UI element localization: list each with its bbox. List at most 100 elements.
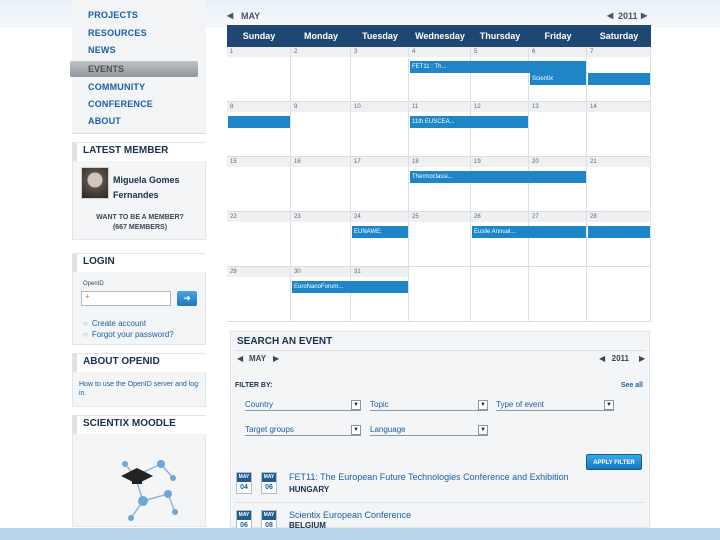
calendar-event-bar[interactable]: Euslie Annual... bbox=[472, 226, 586, 238]
search-next-month-icon[interactable]: ▶ bbox=[273, 354, 279, 363]
search-prev-year-icon[interactable]: ◀ bbox=[599, 354, 605, 363]
badge-month: MAY bbox=[262, 511, 276, 520]
calendar-date-number: 21 bbox=[587, 157, 651, 167]
filter-type-field[interactable] bbox=[496, 410, 614, 411]
nav-events[interactable]: EVENTS bbox=[70, 61, 198, 77]
calendar-event-bar[interactable] bbox=[228, 116, 290, 128]
calendar-date-number: 9 bbox=[291, 102, 351, 112]
day-header-tuesday: Tuesday bbox=[351, 25, 409, 47]
calendar-date-number: 2 bbox=[291, 47, 351, 57]
calendar-date-number: 28 bbox=[587, 212, 651, 222]
chevron-down-icon[interactable]: ▼ bbox=[351, 425, 361, 435]
calendar-event-bar[interactable]: FET11 : Th... bbox=[410, 61, 586, 73]
nav-resources[interactable]: RESOURCES bbox=[88, 28, 147, 38]
search-month: MAY bbox=[249, 354, 267, 363]
left-sidebar: PROJECTS RESOURCES NEWS EVENTS COMMUNITY… bbox=[70, 0, 207, 528]
nav-projects[interactable]: PROJECTS bbox=[88, 10, 138, 20]
divider bbox=[235, 502, 645, 503]
filter-country-field[interactable] bbox=[245, 410, 361, 411]
moodle-molecule-icon[interactable] bbox=[113, 446, 183, 526]
event-title-link[interactable]: FET11: The European Future Technologies … bbox=[289, 472, 569, 482]
calendar-date-number: 19 bbox=[471, 157, 529, 167]
filter-language-field[interactable] bbox=[370, 435, 488, 436]
chevron-down-icon[interactable]: ▼ bbox=[604, 400, 614, 410]
calendar-event-bar[interactable]: EuroNanoForum... bbox=[292, 281, 408, 293]
calendar-header: ◀ MAY ◀ 2011 ▶ bbox=[227, 9, 651, 25]
start-date-badge: MAY 04 bbox=[236, 472, 252, 494]
openid-input[interactable]: + bbox=[81, 291, 171, 306]
calendar-date-number: 1 bbox=[227, 47, 291, 57]
calendar-date-number: 8 bbox=[227, 102, 291, 112]
calendar-date-number: 12 bbox=[471, 102, 529, 112]
nav-news[interactable]: NEWS bbox=[88, 45, 116, 55]
calendar-date-number: 31 bbox=[351, 267, 409, 277]
openid-label: OpenID bbox=[83, 281, 104, 287]
prev-month-icon[interactable]: ◀ bbox=[227, 11, 233, 20]
calendar-date-number: 23 bbox=[291, 212, 351, 222]
calendar-day-cell[interactable] bbox=[409, 267, 471, 322]
chevron-down-icon[interactable]: ▼ bbox=[478, 425, 488, 435]
filter-target-field[interactable] bbox=[245, 435, 361, 436]
calendar-date-number: 4 bbox=[409, 47, 471, 57]
search-event-panel: SEARCH AN EVENT ◀ MAY ▶ ◀ 2011 ▶ FILTER … bbox=[230, 331, 650, 532]
apply-filter-button[interactable]: APPLY FILTER bbox=[586, 454, 642, 470]
nav-events-label: EVENTS bbox=[88, 64, 125, 74]
next-year-icon[interactable]: ▶ bbox=[641, 11, 647, 20]
calendar-event-bar[interactable]: Thermoclassi... bbox=[410, 171, 586, 183]
filter-topic-label: Topic bbox=[370, 400, 389, 409]
member-count: (667 MEMBERS) bbox=[112, 224, 168, 231]
latest-member-title: LATEST MEMBER bbox=[73, 143, 207, 161]
events-calendar: ◀ MAY ◀ 2011 ▶ Sunday Monday Tuesday Wednes… bbox=[227, 9, 651, 322]
filter-language-label: Language bbox=[370, 425, 406, 434]
calendar-event-bar[interactable] bbox=[588, 73, 650, 85]
calendar-day-cell[interactable] bbox=[587, 267, 651, 322]
chevron-down-icon[interactable]: ▼ bbox=[351, 400, 361, 410]
calendar-event-bar[interactable] bbox=[588, 226, 650, 238]
calendar-date-number: 30 bbox=[291, 267, 351, 277]
forgot-password-link[interactable]: ○ Forgot your password? bbox=[83, 330, 174, 339]
calendar-date-number: 26 bbox=[471, 212, 529, 222]
calendar-event-bar[interactable]: Scientix bbox=[530, 73, 586, 85]
calendar-event-bar[interactable]: EUNAWE: bbox=[352, 226, 408, 238]
latest-member-panel: LATEST MEMBER Miguela Gomes Fernandes WA… bbox=[72, 142, 207, 240]
event-title-link[interactable]: Scientix European Conference bbox=[289, 510, 411, 520]
calendar-day-cell[interactable] bbox=[529, 267, 587, 322]
login-go-button[interactable]: ➜ bbox=[177, 291, 197, 306]
login-panel: LOGIN OpenID + ➜ ○ Create account ○ Forgot… bbox=[72, 253, 207, 345]
day-header-friday: Friday bbox=[529, 25, 587, 47]
nav-about[interactable]: ABOUT bbox=[88, 116, 121, 126]
nav-community[interactable]: COMMUNITY bbox=[88, 82, 145, 92]
day-header-saturday: Saturday bbox=[587, 25, 651, 47]
about-openid-link[interactable]: How to use the OpenID server and log in. bbox=[79, 380, 203, 398]
search-prev-month-icon[interactable]: ◀ bbox=[237, 354, 243, 363]
arrow-right-icon: ➜ bbox=[183, 293, 191, 303]
prev-year-icon[interactable]: ◀ bbox=[607, 11, 613, 20]
calendar-date-number: 24 bbox=[351, 212, 409, 222]
member-name-first[interactable]: Miguela Gomes bbox=[113, 175, 180, 185]
moodle-title: SCIENTIX MOODLE bbox=[73, 416, 207, 434]
bullet-icon: ○ bbox=[83, 330, 88, 339]
calendar-event-bar[interactable]: 11th EUSCEA... bbox=[410, 116, 528, 128]
calendar-date-number: 7 bbox=[587, 47, 651, 57]
chevron-down-icon[interactable]: ▼ bbox=[478, 400, 488, 410]
member-avatar[interactable] bbox=[81, 167, 109, 199]
see-all-link[interactable]: See all bbox=[621, 382, 643, 389]
day-header-sunday: Sunday bbox=[227, 25, 291, 47]
become-member-link[interactable]: WANT TO BE A MEMBER? bbox=[73, 214, 207, 221]
footer-band bbox=[0, 528, 720, 540]
search-next-year-icon[interactable]: ▶ bbox=[639, 354, 645, 363]
member-name-last[interactable]: Fernandes bbox=[113, 190, 159, 200]
badge-month: MAY bbox=[262, 473, 276, 482]
calendar-date-number: 17 bbox=[351, 157, 409, 167]
filter-topic-field[interactable] bbox=[370, 410, 488, 411]
calendar-date-number: 22 bbox=[227, 212, 291, 222]
nav-conference[interactable]: CONFERENCE bbox=[88, 99, 153, 109]
calendar-year: 2011 bbox=[618, 11, 638, 21]
login-title: LOGIN bbox=[73, 254, 207, 272]
calendar-day-cell[interactable] bbox=[471, 267, 529, 322]
badge-day: 06 bbox=[265, 484, 273, 491]
calendar-date-number: 6 bbox=[529, 47, 587, 57]
day-header-thursday: Thursday bbox=[471, 25, 529, 47]
day-header-monday: Monday bbox=[291, 25, 351, 47]
create-account-link[interactable]: ○ Create account bbox=[83, 319, 146, 328]
